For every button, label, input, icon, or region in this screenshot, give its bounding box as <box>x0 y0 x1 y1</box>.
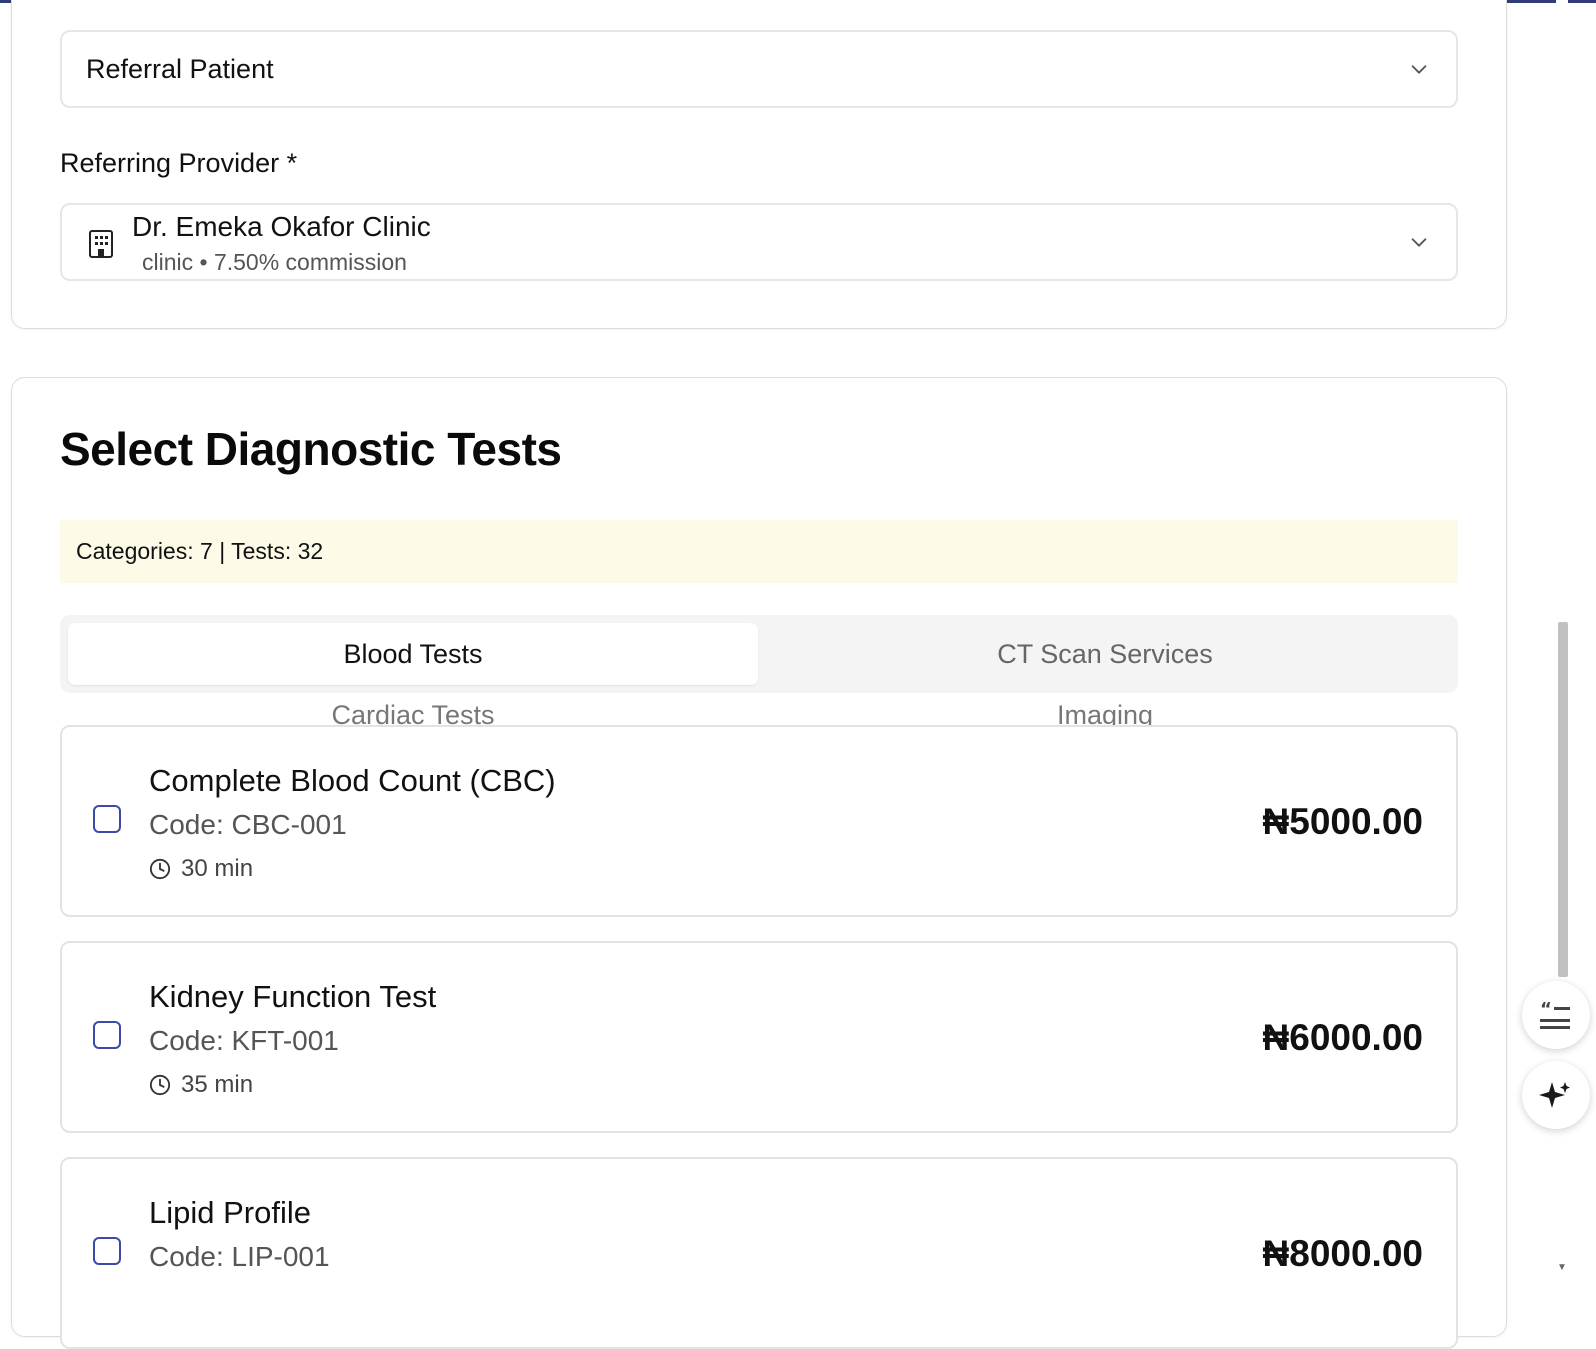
scrollbar-thumb[interactable] <box>1558 622 1568 977</box>
ai-assistant-button[interactable] <box>1522 1061 1590 1129</box>
sparkle-icon <box>1539 1082 1570 1108</box>
summary-text: Categories: 7 | Tests: 32 <box>76 538 324 564</box>
test-item[interactable]: Lipid Profile Code: LIP-001 ₦8000.00 <box>60 1157 1458 1349</box>
test-name: Complete Blood Count (CBC) <box>149 763 556 798</box>
building-icon <box>89 230 113 258</box>
test-item[interactable]: Kidney Function Test Code: KFT-001 35 mi… <box>60 941 1458 1133</box>
svg-text:“: “ <box>1540 999 1552 1020</box>
test-checkbox[interactable] <box>93 1237 121 1265</box>
test-duration: 35 min <box>181 1071 254 1098</box>
patient-type-select[interactable]: Referral Patient <box>60 30 1458 108</box>
tab-ct-scan-services[interactable]: CT Scan Services <box>760 623 1450 685</box>
chevron-down-icon <box>1411 65 1427 74</box>
patient-type-value: Referral Patient <box>86 54 274 84</box>
test-price: ₦5000.00 <box>1262 801 1423 842</box>
test-item[interactable]: Complete Blood Count (CBC) Code: CBC-001… <box>60 725 1458 917</box>
category-tabs: Blood Tests CT Scan Services <box>60 615 1458 693</box>
test-code: Code: KFT-001 <box>149 1025 339 1056</box>
test-checkbox[interactable] <box>93 1021 121 1049</box>
test-name: Lipid Profile <box>149 1195 311 1230</box>
test-duration: 30 min <box>181 855 254 882</box>
tab-blood-tests[interactable]: Blood Tests <box>68 623 758 685</box>
test-name: Kidney Function Test <box>149 979 437 1014</box>
scroll-down-arrow-icon[interactable]: ▼ <box>1556 1262 1568 1274</box>
test-code: Code: CBC-001 <box>149 809 347 840</box>
clock-icon <box>149 1074 171 1096</box>
test-code: Code: LIP-001 <box>149 1241 330 1272</box>
test-price: ₦6000.00 <box>1262 1017 1423 1058</box>
provider-name: Dr. Emeka Okafor Clinic <box>132 211 431 242</box>
summary-bar: Categories: 7 | Tests: 32 <box>60 520 1458 583</box>
chevron-down-icon <box>1411 238 1427 247</box>
provider-meta: clinic • 7.50% commission <box>142 249 407 275</box>
section-title: Select Diagnostic Tests <box>60 423 562 475</box>
referring-provider-label: Referring Provider * <box>60 148 298 178</box>
quote-button[interactable]: “ <box>1522 981 1590 1049</box>
quote-list-icon: “ <box>1540 999 1570 1029</box>
clock-icon <box>149 858 171 880</box>
test-price: ₦8000.00 <box>1262 1233 1423 1274</box>
test-checkbox[interactable] <box>93 805 121 833</box>
referring-provider-select[interactable]: Dr. Emeka Okafor Clinic clinic • 7.50% c… <box>60 203 1458 281</box>
